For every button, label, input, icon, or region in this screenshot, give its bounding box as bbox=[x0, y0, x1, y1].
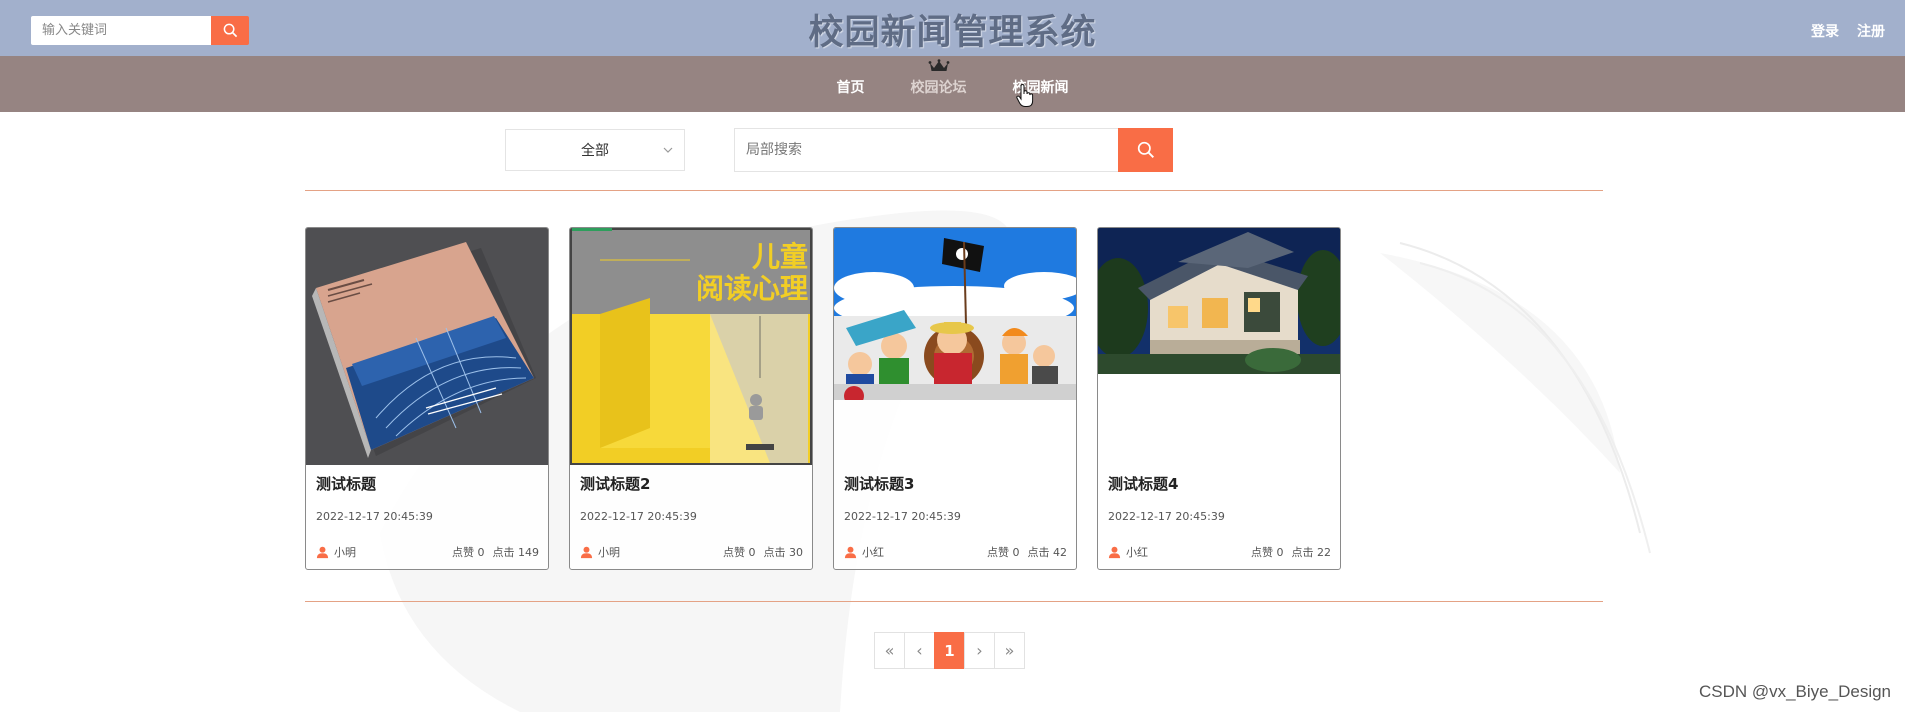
news-clicks: 点击 149 bbox=[492, 546, 540, 559]
divider-bottom bbox=[305, 601, 1603, 602]
local-search-button[interactable] bbox=[1118, 128, 1173, 172]
news-clicks: 点击 22 bbox=[1291, 546, 1332, 559]
news-list: 测试标题 2022-12-17 20:45:39 小明 点赞 0 点击 149 … bbox=[305, 227, 1341, 570]
news-author: 小明 bbox=[316, 544, 356, 560]
nav-item-forum-label: 校园论坛 bbox=[910, 80, 967, 96]
news-image-book-architecture[interactable] bbox=[306, 228, 548, 465]
news-author: 小红 bbox=[1108, 544, 1148, 560]
user-icon bbox=[316, 546, 329, 558]
news-meta: 小红 点赞 0 点击 22 bbox=[1108, 544, 1331, 560]
news-author: 小明 bbox=[580, 544, 620, 560]
news-meta: 小明 点赞 0 点击 30 bbox=[580, 544, 803, 560]
news-card[interactable]: 测试标题3 2022-12-17 20:45:39 小红 点赞 0 点击 42 bbox=[833, 227, 1077, 570]
page-prev-button[interactable]: ‹ bbox=[904, 632, 935, 669]
news-author-name: 小明 bbox=[334, 546, 356, 559]
news-likes: 点赞 0 bbox=[723, 546, 756, 559]
news-clicks: 点击 30 bbox=[763, 546, 804, 559]
page-current-button[interactable]: 1 bbox=[934, 632, 965, 669]
news-title[interactable]: 测试标题 bbox=[316, 473, 376, 494]
user-icon bbox=[844, 546, 857, 558]
news-title[interactable]: 测试标题4 bbox=[1108, 473, 1178, 494]
news-stats: 点赞 0 点击 30 bbox=[723, 544, 803, 560]
site-title: 校园新闻管理系统 bbox=[808, 13, 1097, 53]
nav-item-home[interactable]: 首页 bbox=[837, 71, 865, 97]
category-select[interactable]: 全部 bbox=[505, 129, 685, 171]
news-title[interactable]: 测试标题2 bbox=[580, 473, 650, 494]
local-search-input[interactable] bbox=[734, 128, 1118, 172]
divider-top bbox=[305, 190, 1603, 191]
category-select-value: 全部 bbox=[581, 143, 609, 159]
news-author: 小红 bbox=[844, 544, 884, 560]
news-meta: 小明 点赞 0 点击 149 bbox=[316, 544, 539, 560]
auth-links: 登录 注册 bbox=[1811, 21, 1885, 41]
nav-item-forum[interactable]: 校园论坛 bbox=[910, 59, 967, 97]
local-search bbox=[734, 128, 1173, 172]
watermark: CSDN @vx_Biye_Design bbox=[1698, 682, 1891, 701]
news-meta: 小红 点赞 0 点击 42 bbox=[844, 544, 1067, 560]
news-stats: 点赞 0 点击 149 bbox=[452, 544, 539, 560]
hand-cursor-icon bbox=[1016, 84, 1034, 107]
news-stats: 点赞 0 点击 22 bbox=[1251, 544, 1331, 560]
user-icon bbox=[580, 546, 593, 558]
news-time: 2022-12-17 20:45:39 bbox=[580, 510, 697, 523]
search-icon bbox=[1137, 141, 1154, 158]
news-author-name: 小红 bbox=[862, 546, 884, 559]
crown-icon bbox=[928, 59, 949, 71]
page-last-button[interactable]: » bbox=[994, 632, 1025, 669]
register-link[interactable]: 注册 bbox=[1857, 21, 1885, 41]
news-likes: 点赞 0 bbox=[452, 546, 485, 559]
news-author-name: 小红 bbox=[1126, 546, 1148, 559]
book-title-line2: 阅读心理 bbox=[696, 272, 808, 305]
page-first-button[interactable]: « bbox=[874, 632, 905, 669]
news-stats: 点赞 0 点击 42 bbox=[987, 544, 1067, 560]
page-next-button[interactable]: › bbox=[964, 632, 995, 669]
top-header: 校园新闻管理系统 登录 注册 bbox=[0, 0, 1905, 56]
book-title-line1: 儿童 bbox=[752, 240, 808, 273]
news-card[interactable]: 测试标题4 2022-12-17 20:45:39 小红 点赞 0 点击 22 bbox=[1097, 227, 1341, 570]
news-time: 2022-12-17 20:45:39 bbox=[844, 510, 961, 523]
news-likes: 点赞 0 bbox=[987, 546, 1020, 559]
news-card[interactable]: 儿童 阅读心理 测试标题2 2022-12-17 20:45:39 小明 点赞 … bbox=[569, 227, 813, 570]
news-image-anime[interactable] bbox=[834, 228, 1076, 400]
login-link[interactable]: 登录 bbox=[1811, 21, 1839, 41]
pagination: « ‹ 1 › » bbox=[874, 632, 1025, 669]
news-image-book-children[interactable]: 儿童 阅读心理 bbox=[570, 228, 812, 465]
news-likes: 点赞 0 bbox=[1251, 546, 1284, 559]
news-image-house[interactable] bbox=[1098, 228, 1340, 374]
news-title[interactable]: 测试标题3 bbox=[844, 473, 914, 494]
news-card[interactable]: 测试标题 2022-12-17 20:45:39 小明 点赞 0 点击 149 bbox=[305, 227, 549, 570]
news-time: 2022-12-17 20:45:39 bbox=[316, 510, 433, 523]
filter-row: 全部 bbox=[505, 128, 1173, 172]
news-clicks: 点击 42 bbox=[1027, 546, 1068, 559]
user-icon bbox=[1108, 546, 1121, 558]
news-author-name: 小明 bbox=[598, 546, 620, 559]
news-time: 2022-12-17 20:45:39 bbox=[1108, 510, 1225, 523]
chevron-down-icon bbox=[663, 147, 673, 153]
main-nav: 首页 校园论坛 校园新闻 bbox=[0, 56, 1905, 112]
